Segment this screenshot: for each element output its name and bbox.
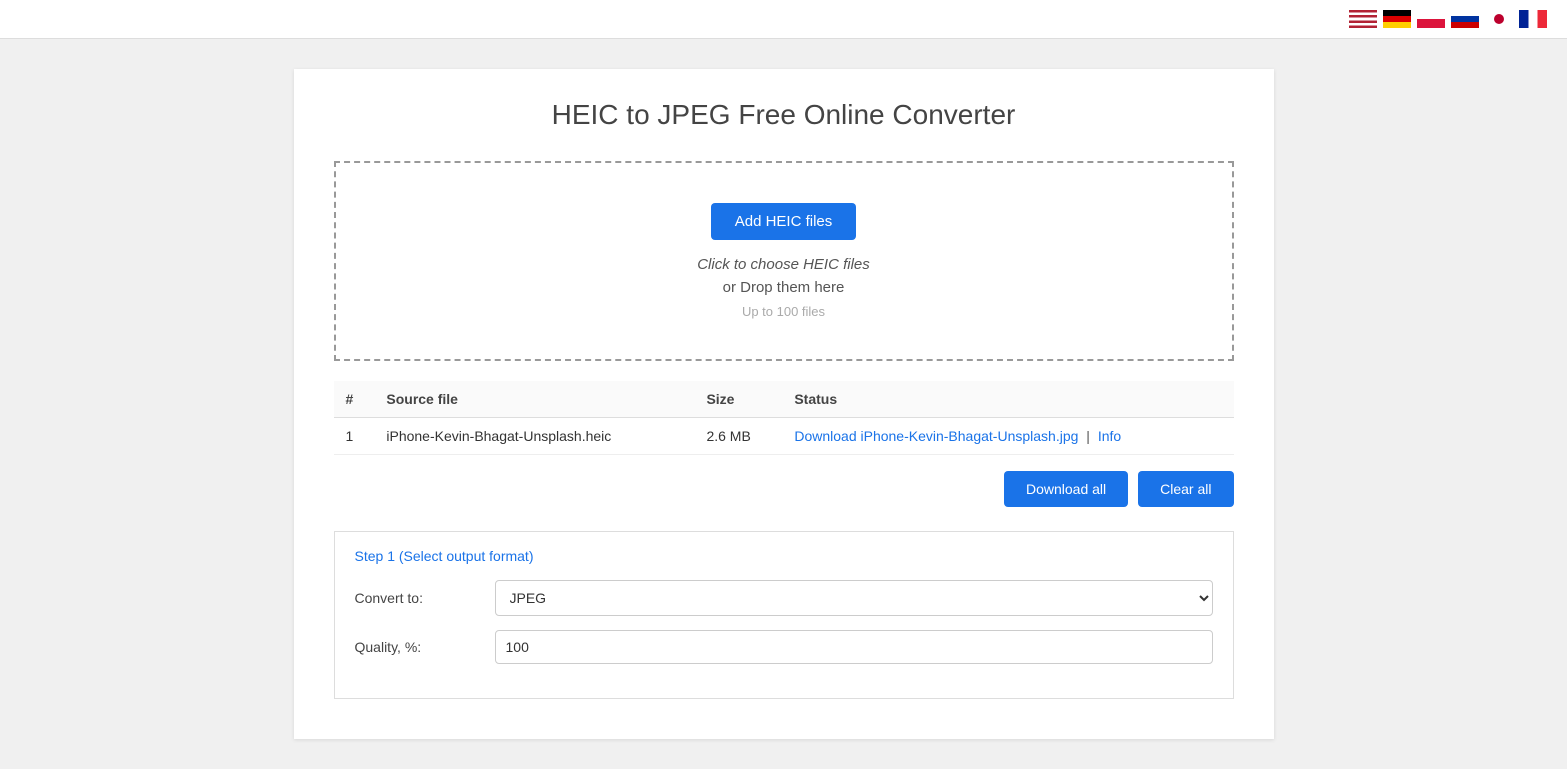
quality-input[interactable] <box>495 630 1213 664</box>
download-all-button[interactable]: Download all <box>1004 471 1128 507</box>
info-link[interactable]: Info <box>1098 428 1121 444</box>
convert-to-label: Convert to: <box>355 590 495 606</box>
table-header-row: # Source file Size Status <box>334 381 1234 418</box>
drop-text: or Drop them here <box>356 279 1212 296</box>
file-table: # Source file Size Status 1 iPhone-Kevin… <box>334 381 1234 455</box>
flag-de[interactable] <box>1383 10 1411 28</box>
cell-number: 1 <box>334 418 375 455</box>
convert-to-select[interactable]: JPEGPNGWebPBMPTIFF <box>495 580 1213 616</box>
cell-status: Download iPhone-Kevin-Bhagat-Unsplash.jp… <box>782 418 1233 455</box>
convert-to-row: Convert to: JPEGPNGWebPBMPTIFF <box>355 580 1213 616</box>
page-title: HEIC to JPEG Free Online Converter <box>334 99 1234 131</box>
top-bar <box>0 0 1567 39</box>
col-status: Status <box>782 381 1233 418</box>
quality-row: Quality, %: <box>355 630 1213 664</box>
flag-ru[interactable] <box>1451 10 1479 28</box>
clear-all-button[interactable]: Clear all <box>1138 471 1233 507</box>
flag-pl[interactable] <box>1417 10 1445 28</box>
quality-label: Quality, %: <box>355 639 495 655</box>
download-link[interactable]: Download iPhone-Kevin-Bhagat-Unsplash.jp… <box>794 428 1078 444</box>
separator: | <box>1086 428 1094 444</box>
limit-text: Up to 100 files <box>356 304 1212 319</box>
add-heic-button[interactable]: Add HEIC files <box>711 203 857 240</box>
drop-zone[interactable]: Add HEIC files Click to choose HEIC file… <box>334 161 1234 361</box>
action-row: Download all Clear all <box>334 471 1234 507</box>
language-flags <box>1349 10 1547 28</box>
flag-jp[interactable] <box>1485 10 1513 28</box>
step-section: Step 1 (Select output format) Convert to… <box>334 531 1234 699</box>
flag-fr[interactable] <box>1519 10 1547 28</box>
converter-card: HEIC to JPEG Free Online Converter Add H… <box>294 69 1274 739</box>
col-size: Size <box>694 381 782 418</box>
flag-us[interactable] <box>1349 10 1377 28</box>
cell-source-file: iPhone-Kevin-Bhagat-Unsplash.heic <box>374 418 694 455</box>
cell-size: 2.6 MB <box>694 418 782 455</box>
table-row: 1 iPhone-Kevin-Bhagat-Unsplash.heic 2.6 … <box>334 418 1234 455</box>
step-title[interactable]: Step 1 (Select output format) <box>355 548 1213 564</box>
click-text: Click to choose HEIC files <box>356 256 1212 273</box>
main-content: HEIC to JPEG Free Online Converter Add H… <box>0 39 1567 769</box>
col-source-file: Source file <box>374 381 694 418</box>
col-number: # <box>334 381 375 418</box>
